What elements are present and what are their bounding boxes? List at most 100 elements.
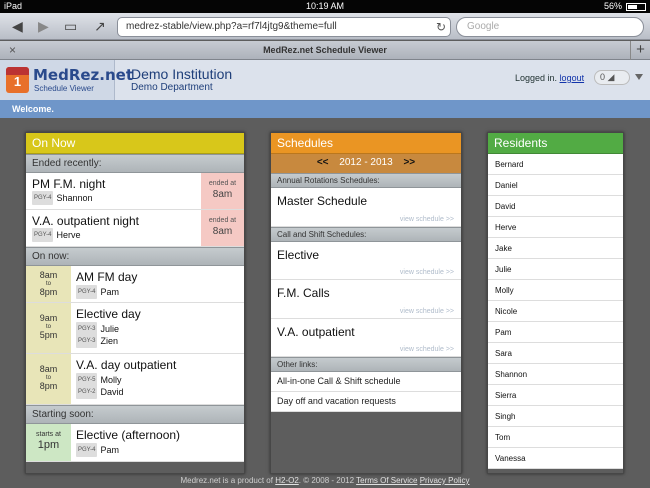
event-title: Elective day [76, 307, 141, 321]
event-title: AM FM day [76, 270, 138, 284]
upcoming-event[interactable]: starts at 1pm Elective (afternoon) PGY-4 P… [26, 424, 244, 462]
schedule-item[interactable]: Elective view schedule >> [271, 242, 461, 280]
url-bar[interactable]: medrez-stable/view.php?a=rf7l4jtg9&theme… [117, 17, 451, 37]
resident-item[interactable]: Sierra [488, 385, 623, 406]
pgy-badge: PGY-4 [32, 191, 54, 205]
site-header: 1 MedRez.net Schedule Viewer Demo Instit… [0, 60, 650, 100]
resident-name: Molly [100, 375, 122, 385]
residents-title: Residents [488, 133, 623, 154]
browser-toolbar: ◀ ▶ ▭ ↗ medrez-stable/view.php?a=rf7l4jt… [0, 13, 650, 40]
pgy-badge: PGY-3 [76, 334, 98, 348]
year-range: 2012 - 2013 [339, 157, 393, 168]
new-tab-icon[interactable]: + [630, 41, 650, 60]
reload-icon[interactable]: ↻ [436, 20, 446, 34]
forward-icon[interactable]: ▶ [38, 17, 49, 35]
battery-percent: 56% [603, 1, 622, 11]
year-selector: << 2012 - 2013 >> [271, 154, 461, 173]
annual-schedules-label: Annual Rotations Schedules: [271, 173, 461, 188]
company-link[interactable]: H2-O2 [275, 476, 299, 485]
current-event[interactable]: 8am to 8pm V.A. day outpatient PGY-5 Molly P… [26, 354, 244, 405]
resident-item[interactable]: David [488, 196, 623, 217]
resident-item[interactable]: Daniel [488, 175, 623, 196]
resident-name: Herve [56, 230, 81, 240]
institution-name: Demo Institution [131, 66, 233, 82]
schedules-title: Schedules [271, 133, 461, 154]
resident-item[interactable]: Herve [488, 217, 623, 238]
schedule-name: V.A. outpatient [277, 325, 355, 339]
pgy-badge: PGY-4 [76, 285, 98, 299]
logout-link[interactable]: logout [560, 73, 585, 83]
all-in-one-link[interactable]: All-in-one Call & Shift schedule [271, 372, 461, 392]
schedule-name: F.M. Calls [277, 286, 330, 300]
other-links-label: Other links: [271, 357, 461, 372]
event-title: V.A. day outpatient [76, 358, 177, 372]
time-range: 9am to 5pm [26, 303, 71, 353]
view-schedule-link[interactable]: view schedule >> [400, 269, 454, 276]
share-icon[interactable]: ↗ [94, 17, 106, 35]
resident-item[interactable]: Sara [488, 343, 623, 364]
logo-subtitle: Schedule Viewer [34, 84, 94, 93]
bookmarks-icon[interactable]: ▭ [64, 17, 77, 35]
notification-toggle[interactable]: 0 ◢ [594, 70, 630, 85]
resident-item[interactable]: Julie [488, 259, 623, 280]
schedule-name: Master Schedule [277, 194, 368, 208]
back-icon[interactable]: ◀ [12, 17, 23, 35]
privacy-link[interactable]: Privacy Policy [420, 476, 470, 485]
pgy-badge: PGY-2 [76, 385, 98, 399]
current-event[interactable]: 8am to 8pm AM FM day PGY-4 Pam [26, 266, 244, 303]
search-input[interactable]: Google [456, 17, 644, 37]
resident-item[interactable]: Tom [488, 427, 623, 448]
starting-soon-label: Starting soon: [26, 405, 244, 424]
time-range: 8am to 8pm [26, 266, 71, 302]
event-title: PM F.M. night [32, 177, 106, 191]
tab-bar: × MedRez.net Schedule Viewer + [0, 41, 650, 60]
pgy-badge: PGY-4 [76, 443, 98, 457]
welcome-bar: Welcome. [0, 100, 650, 118]
view-schedule-link[interactable]: view schedule >> [400, 346, 454, 353]
current-event[interactable]: 9am to 5pm Elective day PGY-3 Julie PGY-3 Zie… [26, 303, 244, 354]
ended-event[interactable]: V.A. outpatient night PGY-4 Herve ended a… [26, 210, 244, 247]
resident-name: David [100, 387, 124, 397]
resident-name: Shannon [56, 193, 93, 203]
resident-item[interactable]: Nicole [488, 301, 623, 322]
view-schedule-link[interactable]: view schedule >> [400, 308, 454, 315]
schedule-item[interactable]: F.M. Calls view schedule >> [271, 280, 461, 319]
event-title: V.A. outpatient night [32, 214, 139, 228]
megaphone-icon: ◢ [607, 72, 615, 82]
ended-event[interactable]: PM F.M. night PGY-4 Shannon ended at 8am [26, 173, 244, 210]
prev-year-button[interactable]: << [317, 157, 329, 168]
dropdown-arrow-icon[interactable] [635, 74, 643, 80]
pgy-badge: PGY-4 [32, 228, 54, 242]
on-now-title: On Now [26, 133, 244, 154]
resident-item[interactable]: Shannon [488, 364, 623, 385]
clock: 10:19 AM [305, 1, 345, 11]
terms-link[interactable]: Terms Of Service [356, 476, 417, 485]
resident-item[interactable]: Vanessa [488, 448, 623, 469]
status-bar: iPad 10:19 AM 56% [0, 0, 650, 13]
on-now-label: On now: [26, 247, 244, 266]
next-year-button[interactable]: >> [403, 157, 415, 168]
schedule-item[interactable]: V.A. outpatient view schedule >> [271, 319, 461, 357]
schedule-name: Elective [277, 248, 320, 262]
resident-item[interactable]: Pam [488, 322, 623, 343]
event-title: Elective (afternoon) [76, 428, 181, 442]
logo-title: MedRez.net [33, 66, 134, 84]
start-time: starts at 1pm [26, 424, 71, 461]
end-time: 8am [212, 226, 233, 237]
view-schedule-link[interactable]: view schedule >> [400, 216, 454, 223]
ended-at-cell: ended at 8am [201, 210, 244, 246]
login-status: Logged in. logout [515, 73, 585, 83]
resident-name: Zien [100, 336, 118, 346]
url-text: medrez-stable/view.php?a=rf7l4jtg9&theme… [126, 21, 337, 32]
schedule-item[interactable]: Master Schedule view schedule >> [271, 188, 461, 227]
ended-recently-label: Ended recently: [26, 154, 244, 173]
resident-item[interactable]: Bernard [488, 154, 623, 175]
day-off-requests-link[interactable]: Day off and vacation requests [271, 392, 461, 412]
end-time: 8am [212, 189, 233, 200]
schedules-panel: Schedules << 2012 - 2013 >> Annual Rotat… [270, 132, 462, 474]
resident-item[interactable]: Molly [488, 280, 623, 301]
resident-item[interactable]: Jake [488, 238, 623, 259]
resident-item[interactable]: Singh [488, 406, 623, 427]
logo[interactable]: 1 MedRez.net Schedule Viewer [0, 60, 133, 100]
tab-title[interactable]: MedRez.net Schedule Viewer [0, 45, 650, 55]
